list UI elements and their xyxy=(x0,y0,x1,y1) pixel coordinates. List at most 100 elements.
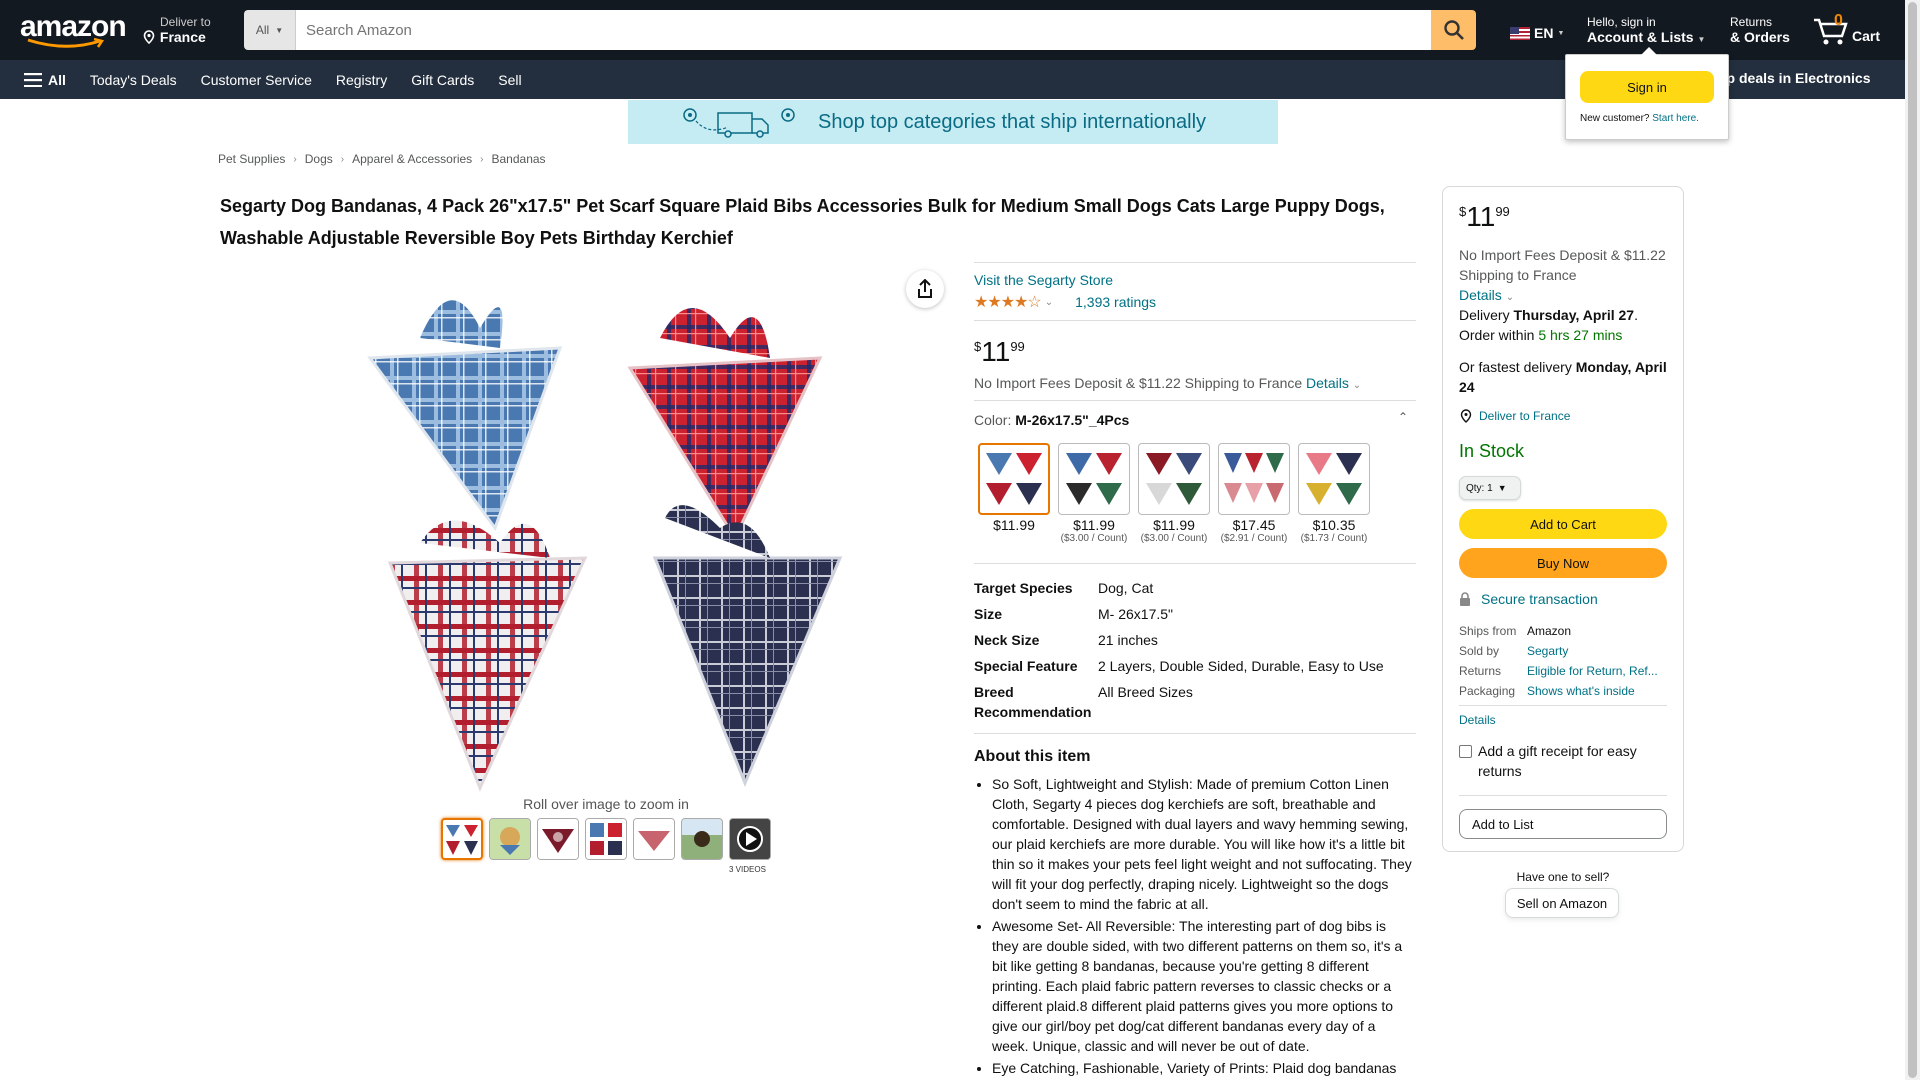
add-to-cart-button[interactable]: Add to Cart xyxy=(1459,509,1667,539)
swatch-option[interactable]: $11.99 ($3.00 / Count) xyxy=(1138,443,1210,544)
account-greeting: Hello, sign in xyxy=(1587,15,1656,29)
spec-value: Dog, Cat xyxy=(1098,580,1154,596)
cart-label: Cart xyxy=(1852,28,1881,44)
ratings-count-link[interactable]: 1,393 ratings xyxy=(1075,294,1156,310)
sell-on-amazon-button[interactable]: Sell on Amazon xyxy=(1505,888,1619,918)
breadcrumb-dogs[interactable]: Dogs xyxy=(305,152,333,166)
breadcrumb-bandanas[interactable]: Bandanas xyxy=(492,152,546,166)
seller-link[interactable]: Segarty xyxy=(1527,641,1568,661)
language-selector[interactable]: EN ▼ xyxy=(1510,25,1564,41)
search-category-select[interactable]: All ▼ xyxy=(244,10,296,50)
returns-orders[interactable]: Returns & Orders xyxy=(1730,15,1790,45)
caret-down-icon: ▼ xyxy=(1557,29,1565,37)
buy-box: $ 11 99 No Import Fees Deposit & $11.22 … xyxy=(1442,186,1684,852)
chevron-down-icon[interactable]: ⌄ xyxy=(1506,292,1514,303)
divider xyxy=(1459,705,1667,706)
thumbnail-5[interactable] xyxy=(633,818,675,860)
search-bar: All ▼ xyxy=(244,10,1476,50)
signin-button[interactable]: Sign in xyxy=(1580,71,1714,103)
about-bullets: So Soft, Lightweight and Stylish: Made o… xyxy=(992,774,1412,1080)
deliver-to-link[interactable]: Deliver to France xyxy=(1479,409,1570,423)
quantity-select[interactable]: Qty: 1 ▼ xyxy=(1459,476,1521,500)
chevron-down-icon[interactable]: ⌄ xyxy=(1045,297,1053,308)
buybox-details-link-2[interactable]: Details xyxy=(1459,713,1667,727)
store-link[interactable]: Visit the Segarty Store xyxy=(974,272,1113,288)
fees-details-link[interactable]: Details xyxy=(1306,375,1349,391)
image-thumbnails xyxy=(441,818,771,860)
order-countdown: 5 hrs 27 mins xyxy=(1538,327,1623,343)
location-pin-icon xyxy=(1460,409,1472,423)
chevron-down-icon[interactable]: ⌄ xyxy=(1353,380,1361,391)
share-button[interactable] xyxy=(906,270,944,308)
gift-receipt-option[interactable]: Add a gift receipt for easy returns xyxy=(1459,741,1667,781)
nav-sell[interactable]: Sell xyxy=(498,72,521,88)
swatch-unit-price: ($2.91 / Count) xyxy=(1220,533,1288,544)
thumbnail-2[interactable] xyxy=(489,818,531,860)
account-label: Account & Lists xyxy=(1587,29,1694,45)
spec-key: Size xyxy=(974,606,1003,622)
nav-registry[interactable]: Registry xyxy=(336,72,387,88)
swatch-option[interactable]: $17.45 ($2.91 / Count) xyxy=(1218,443,1290,544)
spec-row: Neck Size 21 inches xyxy=(974,630,1384,650)
nav-gift-cards[interactable]: Gift Cards xyxy=(411,72,474,88)
all-menu-button[interactable]: All xyxy=(24,72,66,88)
star-rating[interactable]: ★★★★☆ xyxy=(974,292,1042,312)
start-here-link[interactable]: Start here. xyxy=(1652,113,1699,124)
zoom-hint: Roll over image to zoom in xyxy=(523,796,689,812)
scrollbar-thumb[interactable] xyxy=(1908,2,1917,1078)
search-input[interactable] xyxy=(296,10,1431,50)
returns-link[interactable]: Eligible for Return, Ref... xyxy=(1527,661,1658,681)
secure-transaction-link[interactable]: Secure transaction xyxy=(1481,591,1598,607)
import-fees: No Import Fees Deposit & $11.22 Shipping… xyxy=(974,375,1361,391)
deliver-to[interactable]: Deliver to France xyxy=(142,15,211,45)
page-scrollbar[interactable] xyxy=(1905,0,1920,1080)
international-banner[interactable]: Shop top categories that ship internatio… xyxy=(628,100,1278,144)
order-within-label: Order within xyxy=(1459,327,1539,343)
cart[interactable]: 0 Cart xyxy=(1812,12,1880,46)
swatch-option[interactable]: $11.99 xyxy=(978,443,1050,544)
nav-promo-link[interactable]: op deals in Electronics xyxy=(1718,70,1871,86)
breadcrumb: Pet Supplies › Dogs › Apparel & Accessor… xyxy=(218,152,546,166)
deliver-country: France xyxy=(159,29,206,45)
color-selector-label: Color: M-26x17.5"_4Pcs xyxy=(974,412,1129,428)
add-to-list-button[interactable]: Add to List xyxy=(1459,809,1667,839)
search-button[interactable] xyxy=(1431,10,1476,50)
gift-label: Add a gift receipt for easy returns xyxy=(1478,743,1637,779)
divider xyxy=(1459,795,1667,796)
swatch-option[interactable]: $11.99 ($3.00 / Count) xyxy=(1058,443,1130,544)
swatch-option[interactable]: $10.35 ($1.73 / Count) xyxy=(1298,443,1370,544)
thumbnail-video[interactable] xyxy=(729,818,771,860)
divider xyxy=(974,262,1416,263)
account-lists[interactable]: Hello, sign in Account & Lists ▼ xyxy=(1587,15,1705,47)
product-main-image[interactable] xyxy=(360,258,850,798)
product-title: Segarty Dog Bandanas, 4 Pack 26"x17.5" P… xyxy=(220,196,1385,248)
chevron-up-icon[interactable]: ⌃ xyxy=(1398,410,1408,424)
swatch-unit-price: ($3.00 / Count) xyxy=(1060,533,1128,544)
thumbnail-4[interactable] xyxy=(585,818,627,860)
new-customer-text: New customer? xyxy=(1580,113,1650,124)
breadcrumb-apparel[interactable]: Apparel & Accessories xyxy=(352,152,472,166)
swatch-unit-price: ($3.00 / Count) xyxy=(1140,533,1208,544)
returns-label: Returns xyxy=(1730,15,1773,29)
meta-key: Packaging xyxy=(1459,684,1516,698)
thumbnail-6[interactable] xyxy=(681,818,723,860)
thumbnail-1[interactable] xyxy=(441,818,483,860)
product-specs: Target Species Dog, Cat Size M- 26x17.5" N… xyxy=(974,578,1384,728)
nav-todays-deals[interactable]: Today's Deals xyxy=(90,72,177,88)
breadcrumb-pet-supplies[interactable]: Pet Supplies xyxy=(218,152,285,166)
gift-checkbox[interactable] xyxy=(1459,745,1472,758)
stock-status: In Stock xyxy=(1459,441,1525,461)
thumbnail-3[interactable] xyxy=(537,818,579,860)
swatch-unit-price: ($1.73 / Count) xyxy=(1300,533,1368,544)
packaging-link[interactable]: Shows what's inside xyxy=(1527,681,1635,701)
buy-now-button[interactable]: Buy Now xyxy=(1459,548,1667,578)
play-video-icon xyxy=(730,819,770,859)
amazon-logo[interactable]: amazon xyxy=(20,12,127,48)
buybox-price: $ 11 99 xyxy=(1459,201,1510,233)
spec-value: M- 26x17.5" xyxy=(1098,606,1174,622)
buybox-details-link[interactable]: Details xyxy=(1459,287,1502,303)
chevron-down-icon: ▼ xyxy=(1497,483,1507,493)
banner-text: Shop top categories that ship internatio… xyxy=(818,110,1207,133)
nav-customer-service[interactable]: Customer Service xyxy=(201,72,312,88)
bandana-sizes-icon xyxy=(586,819,626,859)
